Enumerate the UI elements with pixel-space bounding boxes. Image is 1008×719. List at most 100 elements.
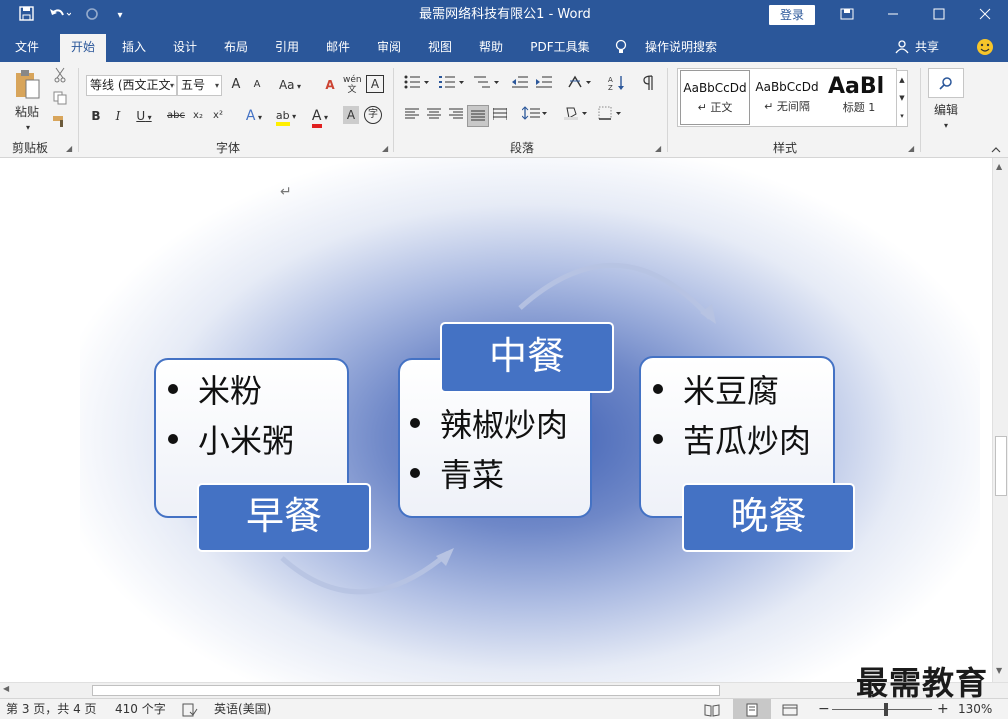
italic-button[interactable]: I	[110, 106, 126, 126]
login-button[interactable]: 登录	[769, 5, 815, 25]
smartart-title-lunch[interactable]: 中餐	[440, 322, 614, 393]
editing-dropdown-icon[interactable]: ▾	[940, 116, 952, 136]
window-title: 最需网络科技有限公1 - Word	[419, 7, 591, 22]
customize-qat-icon[interactable]: ▾	[110, 0, 130, 32]
paragraph-launcher-icon[interactable]: ◢	[655, 144, 661, 153]
scroll-left-icon[interactable]: ◀	[3, 684, 9, 693]
distributed-icon[interactable]	[491, 106, 509, 126]
enclose-characters-icon[interactable]: 字	[364, 106, 382, 124]
vertical-scrollbar[interactable]: ▲ ▼	[992, 158, 1008, 682]
align-center-icon[interactable]	[425, 106, 443, 126]
character-shading-icon[interactable]: A	[343, 106, 359, 124]
style-heading-1[interactable]: AaBl 标题 1	[824, 70, 894, 125]
show-marks-icon[interactable]	[640, 75, 658, 97]
sort-icon[interactable]: AZ	[606, 75, 628, 97]
styles-scroll-icon[interactable]: ▲ ▼ ▾	[896, 70, 908, 127]
vertical-scroll-thumb[interactable]	[995, 436, 1007, 496]
page-count[interactable]: 第 3 页，共 4 页	[6, 699, 97, 719]
increase-indent-icon[interactable]	[534, 75, 554, 95]
font-color-label: A	[311, 108, 322, 128]
format-painter-icon[interactable]	[50, 114, 70, 134]
paste-dropdown-icon[interactable]: ▾	[22, 118, 34, 138]
web-layout-icon[interactable]	[782, 699, 798, 719]
tab-review[interactable]: 审阅	[367, 32, 411, 62]
tab-file[interactable]: 文件	[5, 32, 49, 62]
feedback-smiley-icon[interactable]	[974, 32, 996, 62]
tab-mailings[interactable]: 邮件	[316, 32, 360, 62]
search-icon[interactable]	[928, 68, 964, 98]
align-right-icon[interactable]	[447, 106, 465, 126]
highlight-label: ab	[275, 109, 290, 126]
share-button[interactable]: 共享	[912, 32, 942, 62]
style-normal[interactable]: AaBbCcDd ↵ 正文	[680, 70, 750, 125]
font-launcher-icon[interactable]: ◢	[382, 144, 388, 153]
print-layout-icon[interactable]	[733, 699, 771, 719]
decrease-indent-icon[interactable]	[510, 75, 530, 95]
language-indicator[interactable]: 英语(美国)	[214, 699, 271, 719]
word-count[interactable]: 410 个字	[115, 699, 166, 719]
change-case-icon[interactable]: Aa ▾	[276, 75, 304, 97]
multilevel-list-icon[interactable]	[472, 75, 502, 95]
highlight-icon[interactable]: ab ▾	[272, 106, 300, 127]
copy-icon[interactable]	[50, 91, 70, 111]
save-icon[interactable]	[14, 0, 38, 32]
tab-design[interactable]: 设计	[163, 32, 207, 62]
redo-icon[interactable]	[80, 0, 104, 32]
cut-icon[interactable]	[50, 67, 70, 89]
proofing-icon[interactable]	[182, 699, 198, 719]
horizontal-scroll-thumb[interactable]	[92, 685, 720, 696]
tab-view[interactable]: 视图	[418, 32, 462, 62]
tab-insert[interactable]: 插入	[112, 32, 156, 62]
clear-format-icon[interactable]: A	[320, 75, 340, 95]
font-color-icon[interactable]: A ▾	[306, 106, 334, 128]
tab-references[interactable]: 引用	[265, 32, 309, 62]
tab-layout[interactable]: 布局	[214, 32, 258, 62]
undo-icon[interactable]	[44, 0, 76, 32]
tab-pdf-tools[interactable]: PDF工具集	[524, 32, 596, 62]
strikethrough-button[interactable]: abc	[164, 106, 188, 126]
svg-text:Z: Z	[608, 84, 613, 91]
maximize-icon[interactable]	[916, 0, 962, 32]
tell-me-search[interactable]: 操作说明搜索	[640, 32, 722, 62]
font-size-combo[interactable]: 五号 ▾	[177, 75, 222, 96]
bold-button[interactable]: B	[88, 106, 104, 126]
underline-button[interactable]: U ▾	[132, 106, 156, 128]
ribbon-display-icon[interactable]	[824, 0, 870, 32]
scroll-up-icon[interactable]: ▲	[996, 162, 1002, 171]
share-user-icon	[893, 32, 911, 62]
clipboard-launcher-icon[interactable]: ◢	[66, 144, 72, 153]
paste-icon[interactable]	[12, 68, 42, 100]
borders-icon[interactable]	[596, 106, 626, 126]
close-icon[interactable]	[962, 0, 1008, 32]
font-name-value: 等线 (西文正文)	[90, 78, 176, 92]
text-effects-icon[interactable]: A ▾	[240, 106, 268, 128]
numbering-icon[interactable]	[437, 75, 467, 95]
zoom-out-icon[interactable]: −	[818, 699, 830, 719]
smartart-title-breakfast[interactable]: 早餐	[197, 483, 371, 552]
character-border-icon[interactable]: A	[366, 75, 384, 93]
zoom-thumb[interactable]	[884, 703, 888, 716]
style-no-spacing[interactable]: AaBbCcDd ↵ 无间隔	[752, 70, 822, 125]
grow-font-icon[interactable]: A	[228, 75, 244, 95]
list-item: 青菜	[409, 450, 504, 496]
line-spacing-icon[interactable]	[520, 106, 550, 126]
superscript-button[interactable]: x²	[210, 106, 226, 126]
document-page[interactable]: ↵ 米粉 小米粥 早餐 辣椒炒肉 青菜 中餐 米豆腐 苦瓜炒肉 晚餐	[0, 158, 992, 682]
minimize-icon[interactable]	[870, 0, 916, 32]
smartart-title-dinner[interactable]: 晚餐	[682, 483, 855, 552]
tab-home[interactable]: 开始	[60, 34, 106, 62]
chinese-layout-icon[interactable]	[566, 75, 596, 95]
shrink-font-icon[interactable]: A	[249, 75, 265, 95]
tab-help[interactable]: 帮助	[469, 32, 513, 62]
subscript-button[interactable]: x₂	[190, 106, 206, 126]
scroll-down-icon[interactable]: ▼	[996, 666, 1002, 675]
bullets-icon[interactable]	[402, 75, 432, 95]
styles-launcher-icon[interactable]: ◢	[908, 144, 914, 153]
phonetic-guide-icon[interactable]: wén 文	[343, 75, 362, 95]
align-left-icon[interactable]	[403, 106, 421, 126]
shading-icon[interactable]	[562, 106, 592, 126]
justify-icon[interactable]	[467, 105, 489, 127]
font-name-combo[interactable]: 等线 (西文正文) ▾	[86, 75, 177, 96]
list-item: 苦瓜炒肉	[652, 416, 811, 462]
read-mode-icon[interactable]	[704, 699, 720, 719]
